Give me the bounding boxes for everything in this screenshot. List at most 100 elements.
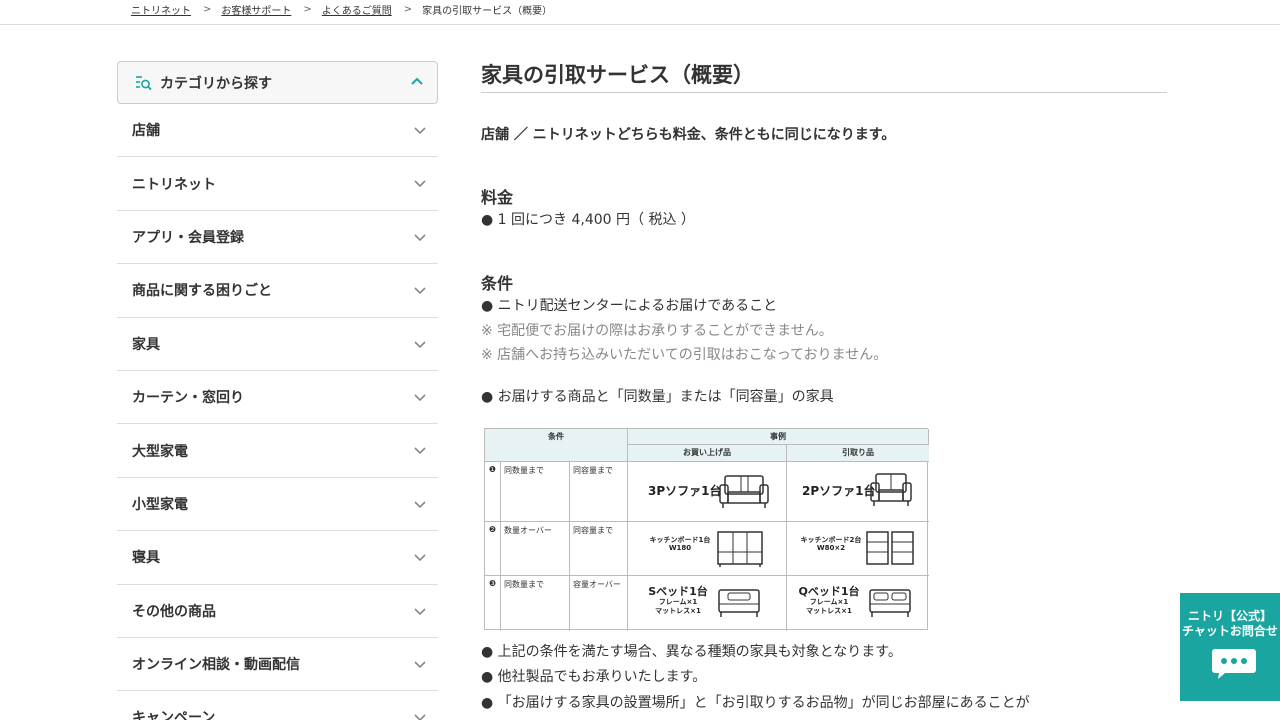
chevron-down-icon [414,180,426,188]
category-item-curtain-window[interactable]: カーテン・窓回り [117,371,438,425]
category-item-app-membership[interactable]: アプリ・会員登録 [117,211,438,265]
article: 家具の引取サービス（概要） 店舗 ／ ニトリネットどちらも料金、条件ともに同じに… [481,56,1167,711]
table-header-purchase: お買い上げ品 [628,445,787,462]
example-purchase: Sベッド1台 [648,585,708,598]
row-number: ❸ [485,576,501,631]
category-sidebar: カテゴリから探す 店舗 ニトリネット アプリ・会員登録 商品に関する困りごと 家… [117,61,438,720]
example-takeback-size: W80×2 [816,544,846,553]
category-item-online-consult[interactable]: オンライン相談・動画配信 [117,638,438,692]
chevron-right-icon: > [403,4,413,15]
note-line: ● 「お届けする家具の設置場所」と「お引取りするお品物」が同じお部屋にあることが [481,695,1030,711]
example-purchase-cell: キッチンボード1台 W180 [628,522,787,576]
intro-text: 店舗 ／ ニトリネットどちらも料金、条件ともに同じになります。 [481,127,896,143]
conditions-table-image: 条件 事例 お買い上げ品 引取り品 ❶ 同数量まで 同容量まで 3Pソファ1台 … [484,428,929,631]
category-item-small-appliances[interactable]: 小型家電 [117,478,438,532]
condition-line: ● ニトリ配送センターによるお届けであること [481,298,778,314]
category-label: 小型家電 [132,496,188,513]
list-search-icon [136,76,152,91]
breadcrumb-link-support[interactable]: お客様サポート [221,2,291,17]
condition-note: ※ 店舗へお持ち込みいただいての引取はおこなっておりません。 [481,347,888,363]
chat-bubble-icon [1212,649,1256,679]
category-label: アプリ・会員登録 [132,229,244,246]
example-purchase: 3Pソファ1台 [648,484,722,498]
example-takeback: Qベッド1台 [798,585,860,598]
category-item-campaign[interactable]: キャンペーン [117,691,438,720]
example-takeback: キッチンボード2台 [800,536,862,544]
fee-text: ● 1 回につき 4,400 円（ 税込 ） [481,212,695,228]
row-cond-qty: 数量オーバー [501,522,570,576]
example-purchase-cell: Sベッド1台 フレーム×1 マットレス×1 [628,576,787,631]
example-takeback-cell: 2Pソファ1台 [787,462,929,522]
row-number: ❷ [485,522,501,576]
row-cond-vol: 容量オーバー [570,576,628,631]
chevron-right-icon: > [303,4,312,15]
example-purchase: キッチンボード1台 [649,536,711,544]
row-number: ❶ [485,462,501,522]
example-takeback-cell: キッチンボード2台 W80×2 [787,522,929,576]
category-label: 大型家電 [132,443,188,460]
condition-note: ※ 宅配便でお届けの際はお承りすることができません。 [481,323,833,339]
sofa-icon [870,473,912,506]
kitchen-board-icon [717,531,763,567]
example-purchase-cell: 3Pソファ1台 [628,462,787,522]
sofa-icon [719,475,769,508]
row-cond-qty: 同数量まで [501,462,570,522]
category-item-product-issues[interactable]: 商品に関する困りごと [117,264,438,318]
note-line: ● 他社製品でもお承りいたします。 [481,669,707,685]
category-label: カーテン・窓回り [132,390,244,407]
chevron-down-icon [414,340,426,348]
category-label: 店舗 [132,123,160,140]
category-label: ニトリネット [132,176,216,193]
breadcrumb-current: 家具の引取サービス（概要） [422,6,553,17]
category-item-other-products[interactable]: その他の商品 [117,585,438,638]
category-label: その他の商品 [132,603,216,620]
category-list: 店舗 ニトリネット アプリ・会員登録 商品に関する困りごと 家具 カーテン・窓回… [117,104,438,720]
category-label: 寝具 [132,550,160,567]
breadcrumb-bar: ニトリネット > お客様サポート > よくあるご質問 > 家具の引取サービス（概… [0,0,1280,25]
example-takeback-detail: マットレス×1 [806,606,852,615]
example-takeback-cell: Qベッド1台 フレーム×1 マットレス×1 [787,576,929,631]
category-item-nitori-net[interactable]: ニトリネット [117,157,438,211]
breadcrumb: ニトリネット > お客様サポート > よくあるご質問 > 家具の引取サービス（概… [131,2,552,17]
chevron-down-icon [414,554,426,562]
breadcrumb-link-nitori-net[interactable]: ニトリネット [131,2,191,17]
category-header-toggle[interactable]: カテゴリから探す [117,61,438,104]
category-title: カテゴリから探す [160,75,272,92]
chat-inquiry-button[interactable]: ニトリ【公式】 チャットお問合せ [1180,593,1280,701]
example-takeback: 2Pソファ1台 [802,484,876,498]
fee-heading: 料金 [481,188,514,207]
condition-line: ● お届けする商品と「同数量」または「同容量」の家具 [481,389,834,405]
kitchen-board-icon [866,531,914,565]
note-line: ● 上記の条件を満たす場合、異なる種類の家具も対象となります。 [481,644,902,660]
chevron-down-icon [414,714,426,720]
category-item-furniture[interactable]: 家具 [117,318,438,371]
chevron-down-icon [414,607,426,615]
row-cond-vol: 同容量まで [570,462,628,522]
category-item-store[interactable]: 店舗 [117,104,438,158]
chevron-down-icon [414,661,426,669]
chat-label-line2: チャットお問合せ [1182,624,1278,638]
bed-icon [869,589,911,617]
chevron-right-icon: > [203,4,212,15]
chevron-down-icon [414,501,426,508]
chevron-up-icon [411,77,423,85]
breadcrumb-link-faq[interactable]: よくあるご質問 [322,2,392,17]
chevron-down-icon [414,234,426,241]
category-item-large-appliances[interactable]: 大型家電 [117,424,438,478]
chevron-down-icon [414,287,426,295]
bed-icon [718,589,760,617]
row-cond-vol: 同容量まで [570,522,628,576]
table-header-takeback: 引取り品 [787,445,929,462]
example-takeback-detail: フレーム×1 [809,598,849,607]
category-item-bedding[interactable]: 寝具 [117,531,438,585]
category-label: 家具 [132,336,160,353]
chevron-down-icon [414,394,426,402]
category-label: オンライン相談・動画配信 [132,657,300,674]
table-header-example: 事例 [628,429,929,445]
chevron-down-icon [414,447,426,455]
chevron-down-icon [414,127,426,135]
page-title: 家具の引取サービス（概要） [481,56,1167,93]
table-header-condition: 条件 [485,429,628,462]
category-label: 商品に関する困りごと [132,283,272,300]
row-cond-qty: 同数量まで [501,576,570,631]
